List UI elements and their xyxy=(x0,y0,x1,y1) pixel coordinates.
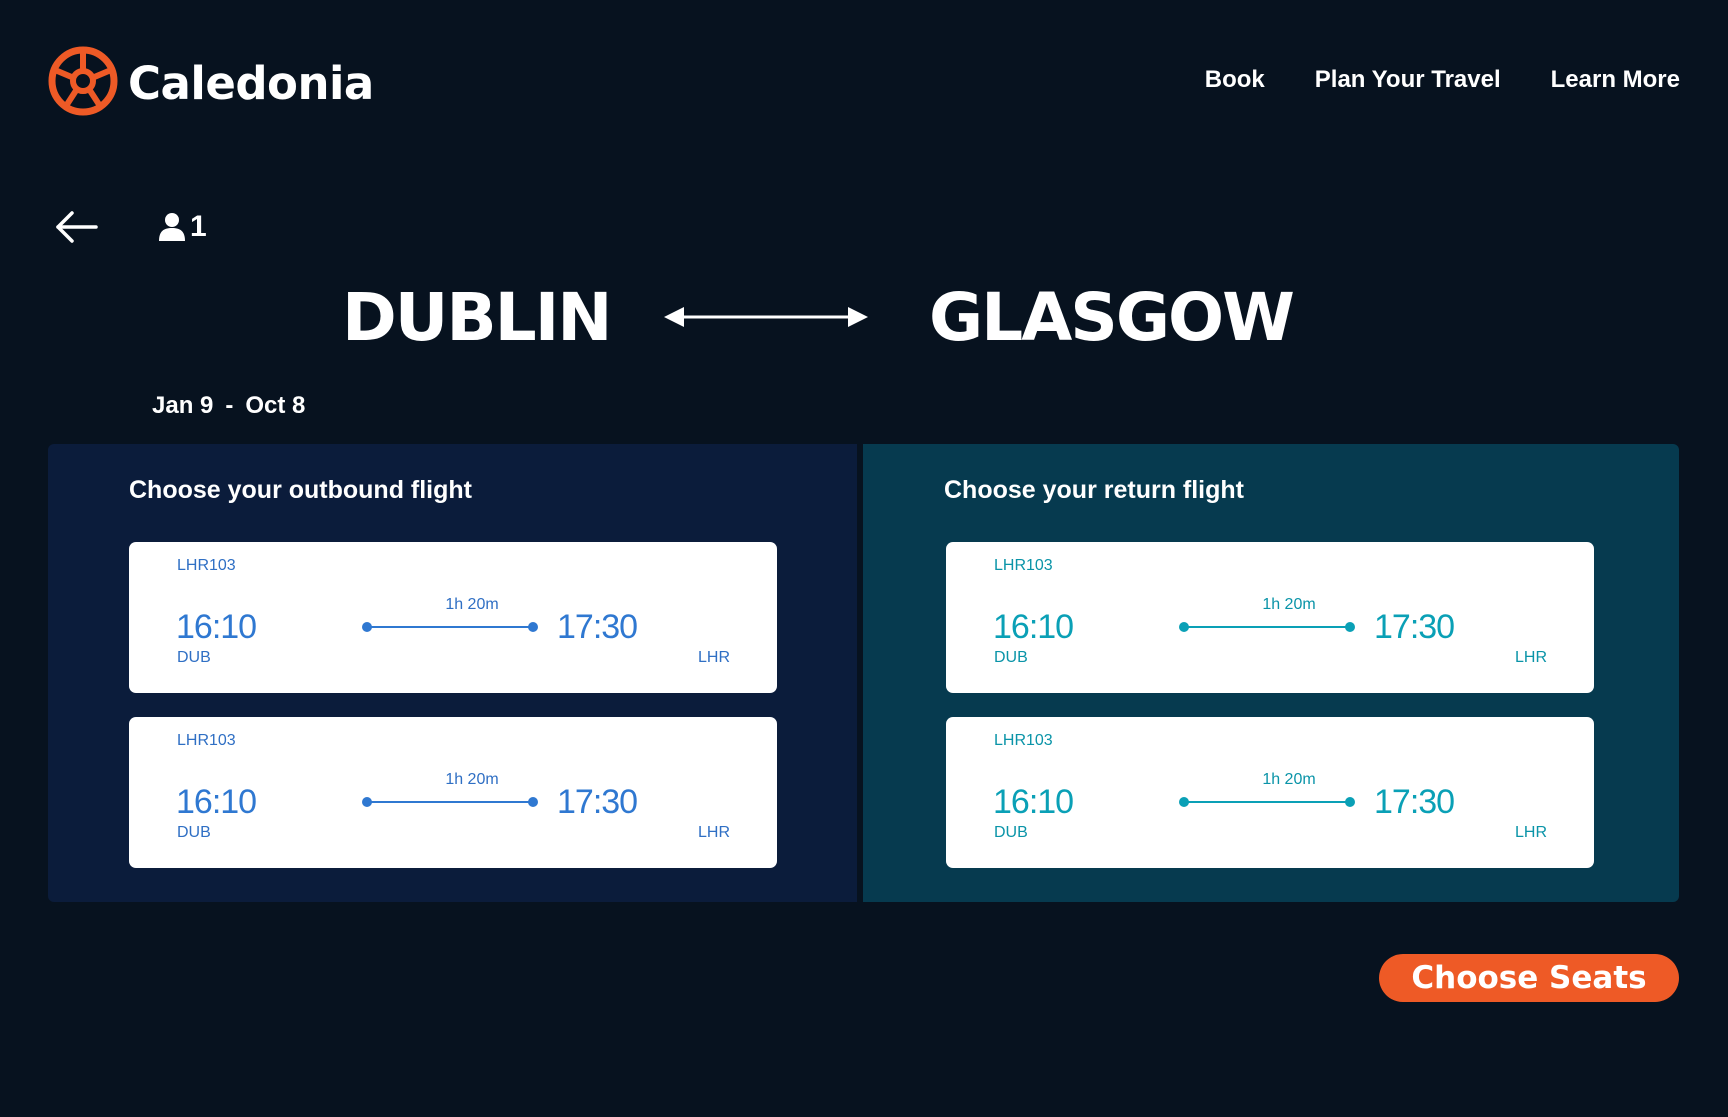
brand-logo[interactable]: Caledonia xyxy=(48,46,374,121)
destination-code: LHR xyxy=(698,649,731,666)
outbound-panel: Choose your outbound flight LHR103 16:10… xyxy=(48,444,857,902)
brand-name: Caledonia xyxy=(128,57,374,110)
arrow-left-icon xyxy=(56,211,98,243)
main-nav: Book Plan Your Travel Learn More xyxy=(1205,66,1680,94)
flight-endpoint-dot xyxy=(1345,797,1355,807)
flight-duration: 1h 20m xyxy=(445,596,499,613)
arrival-time: 17:30 xyxy=(557,608,638,646)
flight-number: LHR103 xyxy=(177,557,236,574)
flight-duration: 1h 20m xyxy=(445,771,499,788)
flight-number: LHR103 xyxy=(994,557,1053,574)
flight-path-line xyxy=(362,622,538,632)
flight-endpoint-dot xyxy=(1345,622,1355,632)
flight-number: LHR103 xyxy=(994,732,1053,749)
arrival-time: 17:30 xyxy=(1374,608,1455,646)
flight-path-line xyxy=(1179,622,1355,632)
flight-endpoint-dot xyxy=(528,797,538,807)
flight-path-line xyxy=(1179,797,1355,807)
date-separator: - xyxy=(225,392,234,419)
flight-endpoint-dot xyxy=(1179,622,1189,632)
origin-city: DUBLIN xyxy=(342,279,613,356)
outbound-flight-card[interactable]: LHR103 16:10 1h 20m 17:30 DUB LHR xyxy=(129,542,777,693)
return-title: Choose your return flight xyxy=(944,476,1244,504)
arrival-time: 17:30 xyxy=(557,783,638,821)
departure-time: 16:10 xyxy=(993,783,1074,821)
flight-endpoint-dot xyxy=(362,797,372,807)
origin-code: DUB xyxy=(177,649,211,666)
flight-number: LHR103 xyxy=(177,732,236,749)
return-panel: Choose your return flight LHR103 16:10 1… xyxy=(863,444,1679,902)
nav-book[interactable]: Book xyxy=(1205,66,1265,94)
back-button[interactable] xyxy=(54,207,100,247)
return-date: Oct 8 xyxy=(245,392,306,419)
choose-seats-button[interactable]: Choose Seats xyxy=(1379,954,1679,1002)
passenger-count: 1 xyxy=(190,210,207,243)
person-icon xyxy=(159,213,185,241)
passenger-selector[interactable]: 1 xyxy=(158,210,207,244)
departure-time: 16:10 xyxy=(993,608,1074,646)
booking-toolbar: 1 xyxy=(54,202,207,252)
return-flight-card[interactable]: LHR103 16:10 1h 20m 17:30 DUB LHR xyxy=(946,717,1594,868)
arrival-time: 17:30 xyxy=(1374,783,1455,821)
outbound-flight-card[interactable]: LHR103 16:10 1h 20m 17:30 DUB LHR xyxy=(129,717,777,868)
date-range: Jan 9 - Oct 8 xyxy=(152,392,305,420)
flight-duration: 1h 20m xyxy=(1262,596,1316,613)
destination-code: LHR xyxy=(698,824,731,841)
origin-code: DUB xyxy=(177,824,211,841)
departure-time: 16:10 xyxy=(176,608,257,646)
origin-code: DUB xyxy=(994,824,1028,841)
flight-endpoint-dot xyxy=(1179,797,1189,807)
double-arrow-icon xyxy=(664,307,868,327)
flight-duration: 1h 20m xyxy=(1262,771,1316,788)
wheel-logo-icon xyxy=(48,46,118,121)
outbound-title: Choose your outbound flight xyxy=(129,476,472,504)
destination-code: LHR xyxy=(1515,824,1548,841)
destination-code: LHR xyxy=(1515,649,1548,666)
flight-endpoint-dot xyxy=(528,622,538,632)
departure-time: 16:10 xyxy=(176,783,257,821)
flight-endpoint-dot xyxy=(362,622,372,632)
return-flight-card[interactable]: LHR103 16:10 1h 20m 17:30 DUB LHR xyxy=(946,542,1594,693)
nav-learn-more[interactable]: Learn More xyxy=(1551,66,1680,94)
header: Caledonia Book Plan Your Travel Learn Mo… xyxy=(48,46,1680,116)
flight-path-line xyxy=(362,797,538,807)
depart-date: Jan 9 xyxy=(152,392,214,419)
origin-code: DUB xyxy=(994,649,1028,666)
nav-plan-your-travel[interactable]: Plan Your Travel xyxy=(1315,66,1501,94)
destination-city: GLASGOW xyxy=(929,279,1295,356)
